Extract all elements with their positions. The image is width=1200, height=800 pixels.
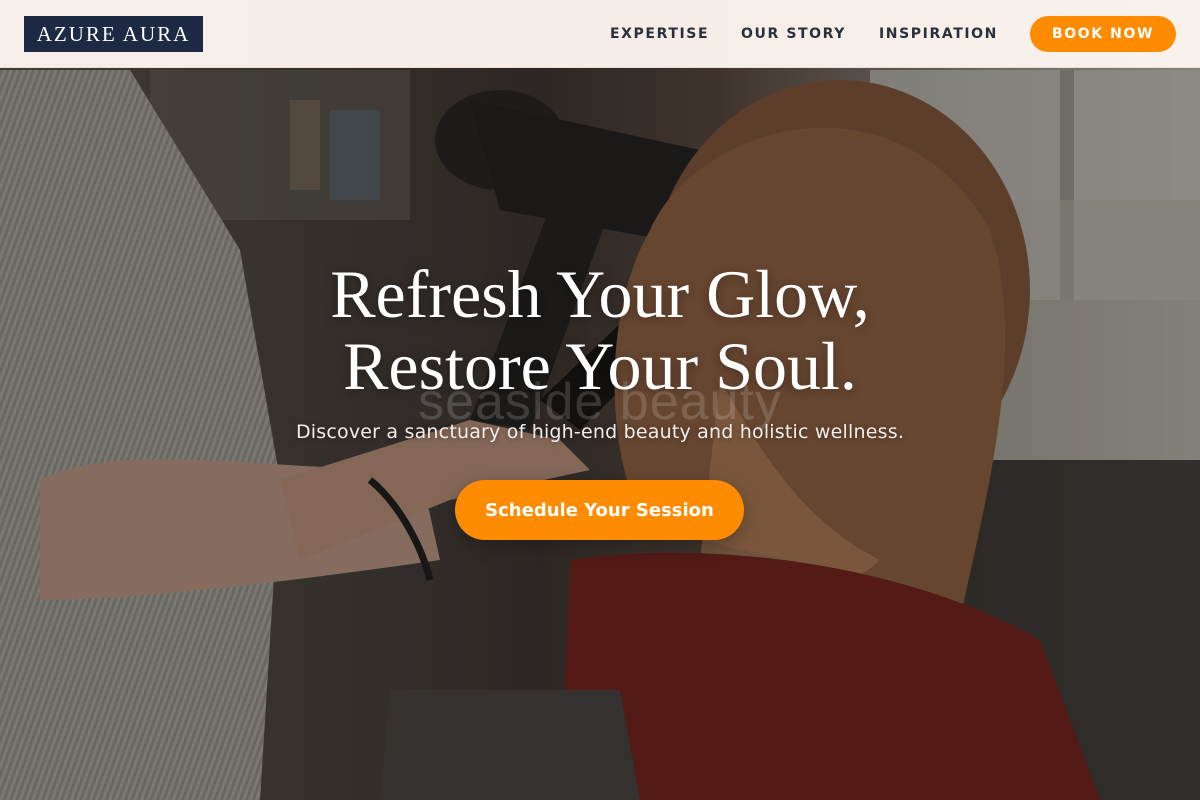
hero-headline-line-1: Refresh Your Glow, bbox=[330, 256, 870, 332]
nav-link-our-story[interactable]: OUR STORY bbox=[741, 24, 846, 44]
hero-headline: Refresh Your Glow, Restore Your Soul. bbox=[0, 258, 1200, 402]
top-navbar: AZURE AURA EXPERTISE OUR STORY INSPIRATI… bbox=[0, 0, 1200, 68]
book-now-button[interactable]: BOOK NOW bbox=[1030, 16, 1176, 52]
hero-headline-line-2: Restore Your Soul. bbox=[343, 328, 857, 404]
hero-subtitle: Discover a sanctuary of high-end beauty … bbox=[295, 421, 905, 443]
main-nav: EXPERTISE OUR STORY INSPIRATION bbox=[0, 0, 1200, 68]
schedule-session-button[interactable]: Schedule Your Session bbox=[455, 480, 744, 540]
nav-link-inspiration[interactable]: INSPIRATION bbox=[879, 24, 998, 44]
nav-link-expertise[interactable]: EXPERTISE bbox=[610, 24, 709, 44]
